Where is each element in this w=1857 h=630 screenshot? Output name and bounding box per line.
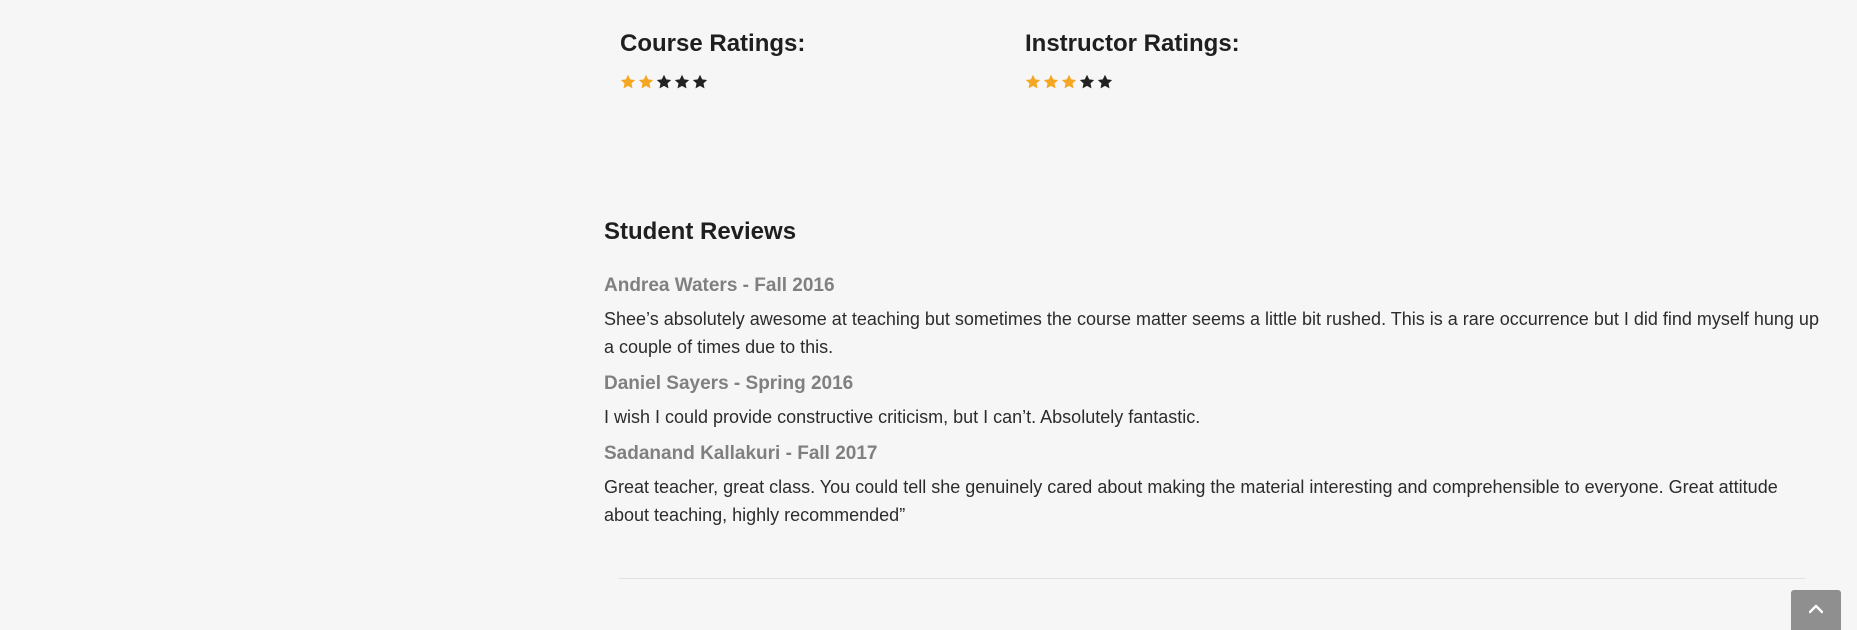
instructor-rating: Instructor Ratings:: [1025, 28, 1240, 92]
review-text: Shee’s absolutely awesome at teaching bu…: [604, 309, 1819, 357]
reviewer-name: Sadanand Kallakuri - Fall 2017: [604, 443, 878, 464]
star-filled-icon: [638, 74, 654, 90]
star-empty-icon: [1079, 74, 1095, 90]
reviewer-name: Daniel Sayers - Spring 2016: [604, 373, 854, 394]
star-empty-icon: [674, 74, 690, 90]
reviewer-name: Andrea Waters - Fall 2016: [604, 275, 835, 296]
student-reviews-title: Student Reviews: [604, 218, 797, 245]
course-rating-stars: [620, 72, 805, 92]
review-item: Sadanand Kallakuri - Fall 2017 Great tea…: [604, 441, 1824, 529]
course-rating: Course Ratings:: [620, 28, 805, 92]
instructor-rating-stars: [1025, 72, 1240, 92]
scroll-to-top-button[interactable]: [1791, 590, 1841, 630]
star-empty-icon: [692, 74, 708, 90]
review-item: Andrea Waters - Fall 2016 Shee’s absolut…: [604, 273, 1824, 361]
review-item: Daniel Sayers - Spring 2016 I wish I cou…: [604, 371, 1824, 431]
star-filled-icon: [1043, 74, 1059, 90]
student-reviews-section: Student Reviews Andrea Waters - Fall 201…: [604, 215, 1824, 539]
ratings-section: Course Ratings: Instructor Ratings:: [0, 28, 1857, 108]
star-empty-icon: [656, 74, 672, 90]
star-filled-icon: [1025, 74, 1041, 90]
chevron-up-icon: [1809, 604, 1823, 630]
section-divider: [619, 578, 1805, 579]
course-rating-title: Course Ratings:: [620, 30, 806, 57]
star-empty-icon: [1097, 74, 1113, 90]
star-filled-icon: [620, 74, 636, 90]
instructor-rating-title: Instructor Ratings:: [1025, 30, 1240, 57]
star-filled-icon: [1061, 74, 1077, 90]
review-text: Great teacher, great class. You could te…: [604, 477, 1778, 525]
review-text: I wish I could provide constructive crit…: [604, 407, 1201, 427]
